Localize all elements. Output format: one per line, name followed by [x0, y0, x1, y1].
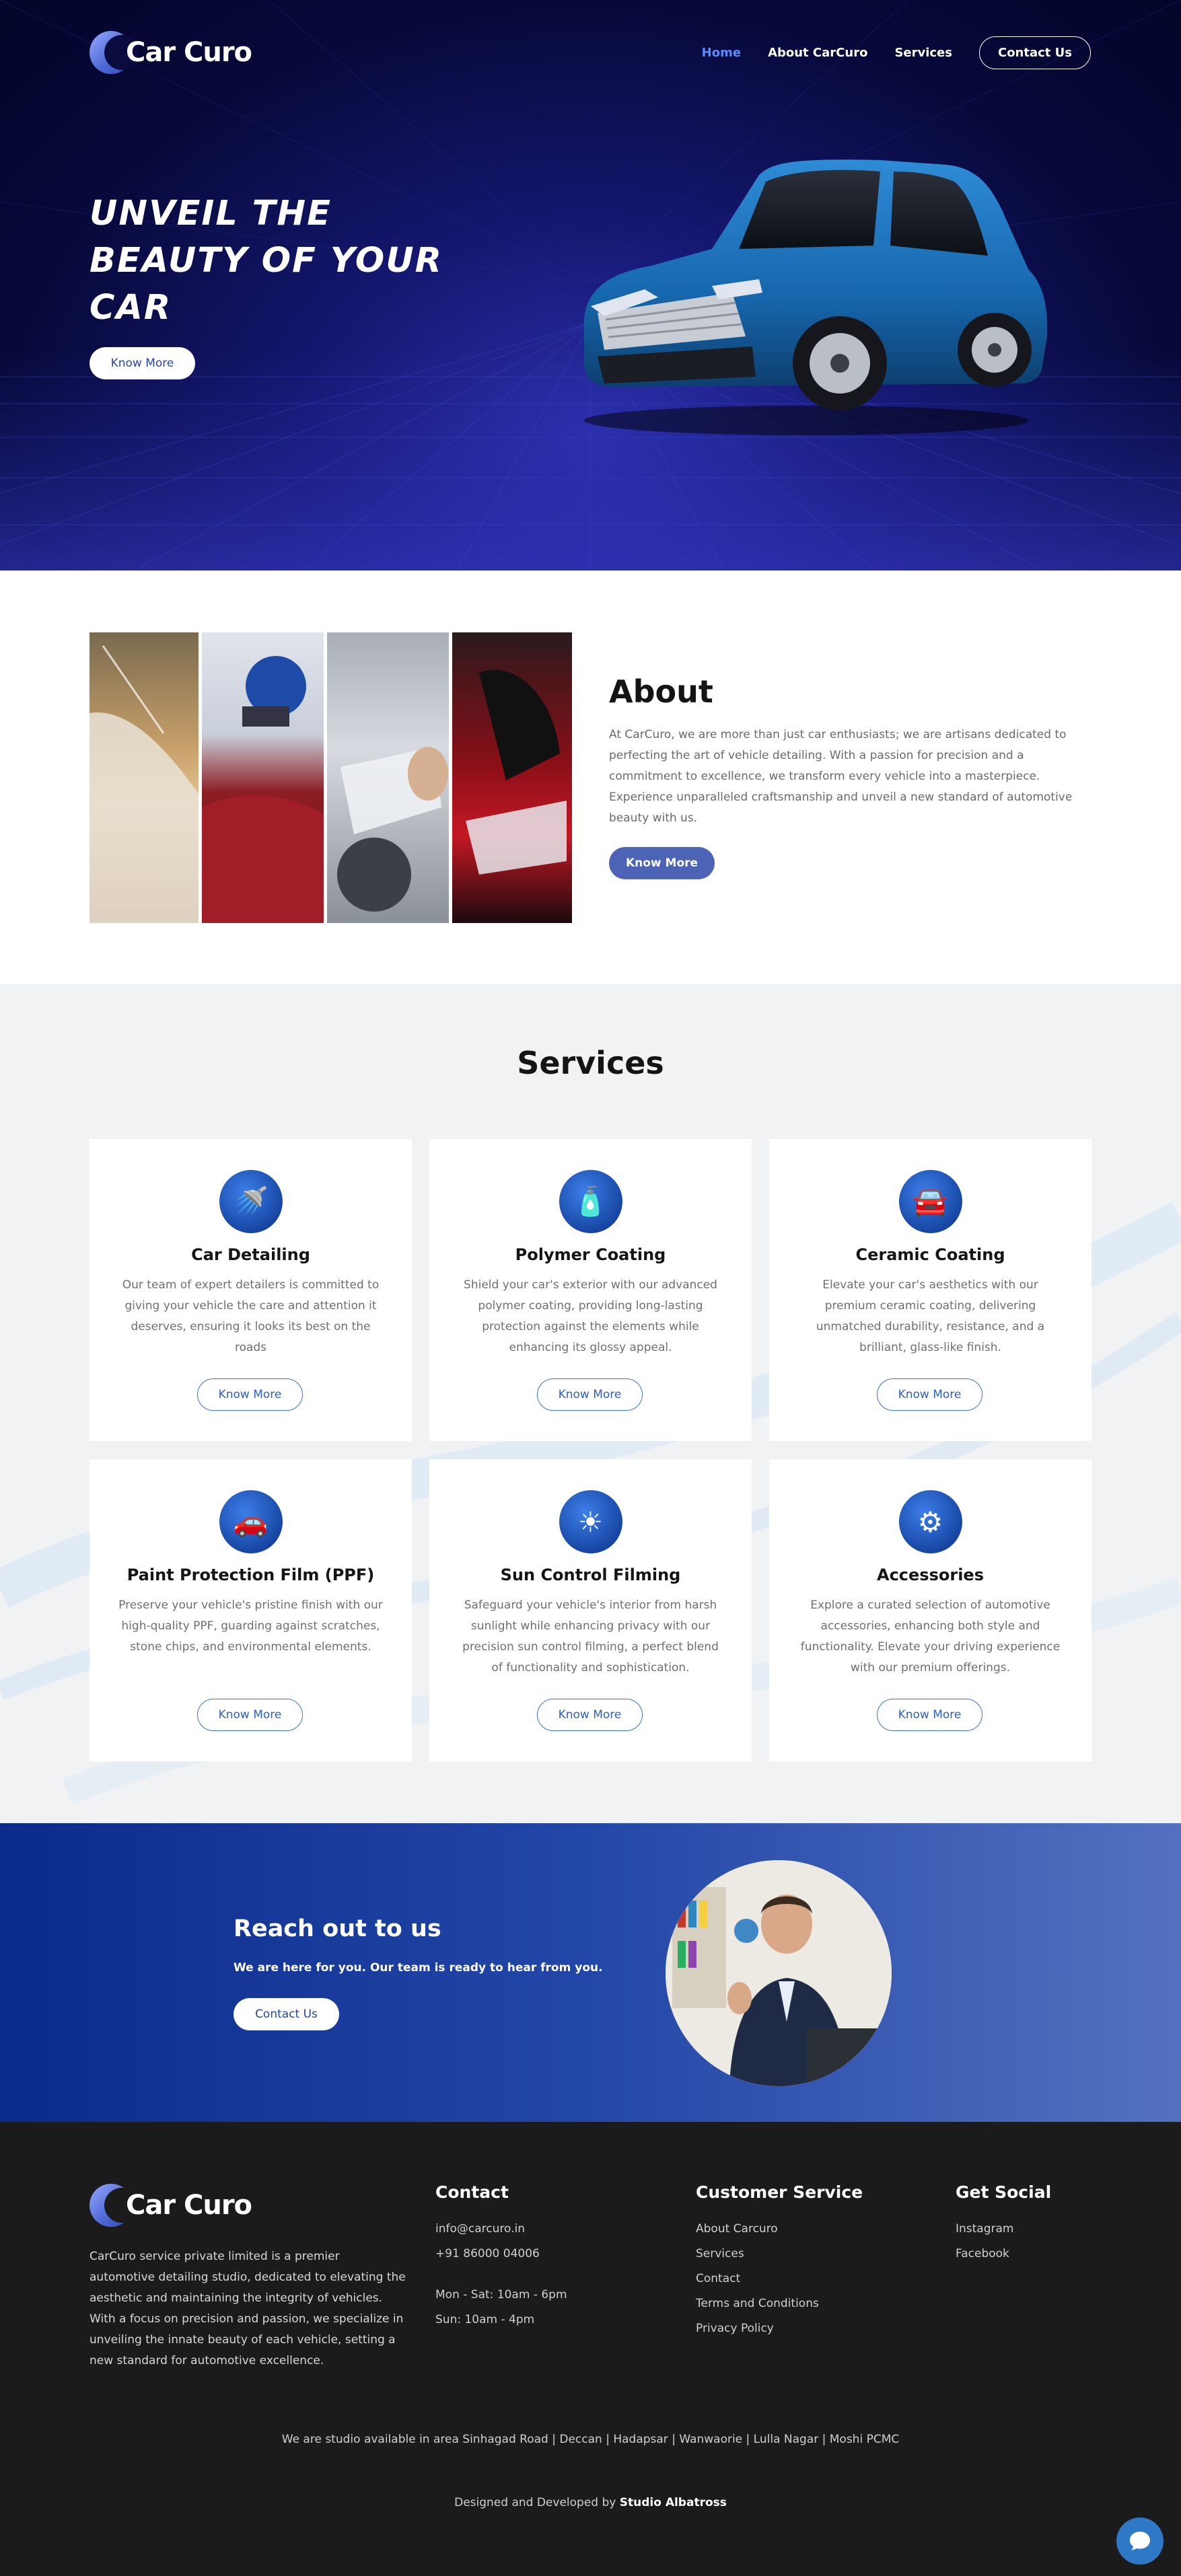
service-card: 🚿 Car Detailing Our team of expert detai…	[90, 1139, 412, 1441]
service-know-more-button[interactable]: Know More	[537, 1378, 643, 1411]
service-title: Polymer Coating	[515, 1245, 666, 1264]
service-know-more-button[interactable]: Know More	[537, 1699, 643, 1731]
logo-mark-icon	[90, 31, 139, 74]
hero-title-line: BEAUTY OF YOUR	[90, 241, 443, 281]
car-front-icon: 🚗	[219, 1490, 283, 1553]
footer-hours-weekday: Mon - Sat: 10am - 6pm	[435, 2288, 567, 2302]
footer-link-services[interactable]: Services	[696, 2242, 863, 2267]
car-wash-icon: 🚿	[219, 1170, 283, 1233]
footer-contact-title: Contact	[435, 2182, 509, 2202]
brand-logo[interactable]: Car Curo	[90, 31, 252, 74]
service-text: Explore a curated selection of automotiv…	[800, 1598, 1061, 1675]
about-title: About	[609, 673, 713, 710]
support-agent-photo	[666, 1860, 892, 2086]
hero-know-more-button[interactable]: Know More	[90, 347, 195, 379]
footer: Car Curo CarCuro service private limited…	[0, 2122, 1181, 2576]
reach-contact-button[interactable]: Contact Us	[234, 1998, 339, 2030]
footer-link-contact[interactable]: Contact	[696, 2267, 863, 2291]
footer-logo[interactable]: Car Curo	[90, 2184, 252, 2227]
footer-credit-prefix: Designed and Developed by	[454, 2496, 616, 2509]
nav-item-home[interactable]: Home	[702, 46, 741, 60]
hero-title-line: CAR	[90, 288, 172, 328]
service-text: Safeguard your vehicle's interior from h…	[462, 1598, 719, 1675]
footer-email-link[interactable]: info@carcuro.in	[435, 2217, 567, 2242]
about-body: At CarCuro, we are more than just car en…	[609, 728, 1073, 825]
logo-mark-icon	[90, 2184, 139, 2227]
hero-section: Car Curo Home About CarCuro Services Con…	[0, 0, 1181, 571]
service-text: Shield your car's exterior with our adva…	[464, 1278, 717, 1354]
car-shield-icon: 🚘	[898, 1170, 962, 1233]
service-card: 🧴 Polymer Coating Shield your car's exte…	[429, 1139, 752, 1441]
sun-film-icon: ☀	[559, 1490, 622, 1553]
service-text: Preserve your vehicle's pristine finish …	[118, 1598, 383, 1654]
footer-hours-sunday: Sun: 10am - 4pm	[435, 2313, 535, 2326]
photo-paint-spray	[202, 632, 324, 923]
chat-bubble-icon	[1130, 2532, 1150, 2550]
hero-title: UNVEIL THE BEAUTY OF YOUR CAR	[90, 190, 520, 332]
services-section: Services 🚿 Car Detailing Our team of exp…	[0, 984, 1181, 1823]
chat-button[interactable]	[1116, 2517, 1164, 2565]
photo-ppf-film	[327, 632, 449, 923]
service-title: Paint Protection Film (PPF)	[127, 1566, 375, 1584]
hero-car-image	[584, 159, 1048, 435]
footer-link-privacy[interactable]: Privacy Policy	[696, 2316, 863, 2341]
polymer-bottle-icon: 🧴	[559, 1170, 622, 1233]
service-card: 🚘 Ceramic Coating Elevate your car's aes…	[769, 1139, 1091, 1441]
reach-out-section: Reach out to us We are here for you. Our…	[0, 1823, 1181, 2122]
footer-link-about[interactable]: About Carcuro	[696, 2217, 863, 2242]
photo-headlight	[452, 632, 572, 923]
footer-credit: Designed and Developed by Studio Albatro…	[0, 2496, 1181, 2509]
photo-car-wash	[90, 632, 199, 923]
brand-name: Car Curo	[126, 2190, 252, 2221]
about-section: About At CarCuro, we are more than just …	[0, 571, 1181, 984]
footer-link-instagram[interactable]: Instagram	[956, 2217, 1051, 2242]
footer-phone-link[interactable]: +91 86000 04006	[435, 2242, 567, 2267]
service-title: Sun Control Filming	[500, 1566, 681, 1584]
nav-item-about[interactable]: About CarCuro	[768, 46, 867, 60]
service-know-more-button[interactable]: Know More	[877, 1699, 982, 1731]
about-photo-collage	[90, 632, 572, 923]
footer-social-column: Get Social Instagram Facebook	[956, 2182, 1051, 2267]
service-title: Ceramic Coating	[855, 1245, 1005, 1264]
service-know-more-button[interactable]: Know More	[197, 1699, 303, 1731]
reach-title: Reach out to us	[234, 1915, 441, 1942]
reach-subtitle: We are here for you. Our team is ready t…	[234, 1961, 603, 1975]
footer-contact-column: Contact info@carcuro.in +91 86000 04006 …	[435, 2182, 567, 2332]
footer-credit-studio-link[interactable]: Studio Albatross	[620, 2496, 727, 2509]
nav-contact-button[interactable]: Contact Us	[978, 36, 1091, 69]
service-card: ☀ Sun Control Filming Safeguard your veh…	[429, 1459, 752, 1761]
footer-social-title: Get Social	[956, 2182, 1052, 2202]
footer-link-terms[interactable]: Terms and Conditions	[696, 2291, 863, 2316]
service-text: Our team of expert detailers is committe…	[122, 1278, 380, 1354]
service-know-more-button[interactable]: Know More	[877, 1378, 982, 1411]
footer-link-facebook[interactable]: Facebook	[956, 2242, 1051, 2267]
service-card: 🚗 Paint Protection Film (PPF) Preserve y…	[90, 1459, 412, 1761]
service-text: Elevate your car's aesthetics with our p…	[816, 1278, 1045, 1354]
service-title: Accessories	[877, 1566, 984, 1584]
car-accessories-icon: ⚙	[898, 1490, 962, 1553]
service-card: ⚙ Accessories Explore a curated selectio…	[769, 1459, 1091, 1761]
service-know-more-button[interactable]: Know More	[197, 1378, 303, 1411]
about-know-more-button[interactable]: Know More	[609, 847, 715, 879]
footer-about-text: CarCuro service private limited is a pre…	[90, 2250, 406, 2367]
footer-customer-service-title: Customer Service	[696, 2182, 863, 2202]
brand-name: Car Curo	[126, 37, 252, 68]
footer-service-areas: We are studio available in area Sinhagad…	[281, 2433, 900, 2446]
service-title: Car Detailing	[191, 1245, 310, 1264]
hero-title-line: UNVEIL THE	[90, 194, 332, 233]
main-nav: Home About CarCuro Services Contact Us	[702, 36, 1091, 69]
footer-customer-service-column: Customer Service About Carcuro Services …	[696, 2182, 863, 2341]
nav-item-services[interactable]: Services	[894, 46, 952, 60]
services-title: Services	[517, 1045, 664, 1081]
